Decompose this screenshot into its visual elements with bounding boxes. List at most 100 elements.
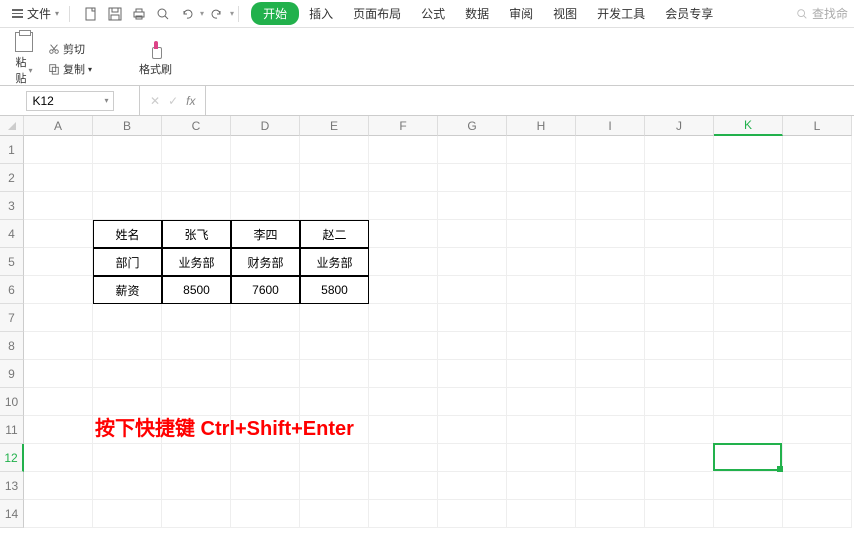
tab-page-layout[interactable]: 页面布局: [343, 1, 411, 26]
tab-devtools[interactable]: 开发工具: [587, 1, 655, 26]
cell[interactable]: 5800: [300, 276, 369, 304]
cell[interactable]: [231, 304, 300, 332]
row-header[interactable]: 14: [0, 500, 24, 528]
cell[interactable]: [714, 416, 783, 444]
cell[interactable]: [162, 304, 231, 332]
cell[interactable]: [438, 444, 507, 472]
col-header[interactable]: D: [231, 116, 300, 136]
cut-button[interactable]: 剪切: [48, 41, 85, 57]
cell[interactable]: [24, 192, 93, 220]
col-header[interactable]: A: [24, 116, 93, 136]
cell[interactable]: [645, 248, 714, 276]
cell[interactable]: [162, 444, 231, 472]
format-painter-button[interactable]: 格式刷: [121, 39, 190, 79]
cell[interactable]: [645, 276, 714, 304]
cell[interactable]: [369, 444, 438, 472]
row-header[interactable]: 10: [0, 388, 24, 416]
cell[interactable]: [300, 332, 369, 360]
cell[interactable]: [369, 164, 438, 192]
cell[interactable]: [507, 220, 576, 248]
tab-start[interactable]: 开始: [251, 2, 299, 25]
cell[interactable]: [576, 388, 645, 416]
cell[interactable]: [162, 360, 231, 388]
cell[interactable]: [576, 500, 645, 528]
formula-input[interactable]: [214, 91, 844, 111]
cell[interactable]: [645, 388, 714, 416]
cell[interactable]: [231, 164, 300, 192]
cell[interactable]: [576, 360, 645, 388]
cell[interactable]: 姓名: [93, 220, 162, 248]
col-header[interactable]: K: [714, 116, 783, 136]
cell[interactable]: [438, 304, 507, 332]
cell[interactable]: [369, 416, 438, 444]
cell[interactable]: [438, 332, 507, 360]
cell[interactable]: [24, 164, 93, 192]
cell[interactable]: [714, 332, 783, 360]
cell[interactable]: [438, 360, 507, 388]
cell[interactable]: [507, 192, 576, 220]
cell[interactable]: 部门: [93, 248, 162, 276]
cell[interactable]: [507, 164, 576, 192]
cell[interactable]: [576, 220, 645, 248]
cell[interactable]: [93, 192, 162, 220]
cell[interactable]: [783, 276, 852, 304]
cell[interactable]: [24, 444, 93, 472]
row-header[interactable]: 6: [0, 276, 24, 304]
cell[interactable]: [714, 276, 783, 304]
cell[interactable]: [783, 472, 852, 500]
cell[interactable]: [645, 304, 714, 332]
row-header[interactable]: 2: [0, 164, 24, 192]
cell[interactable]: [783, 444, 852, 472]
cell[interactable]: [369, 388, 438, 416]
cell[interactable]: [24, 416, 93, 444]
cell[interactable]: 李四: [231, 220, 300, 248]
cell[interactable]: 薪资: [93, 276, 162, 304]
cell[interactable]: [231, 472, 300, 500]
tab-member[interactable]: 会员专享: [655, 1, 723, 26]
cell[interactable]: 张飞: [162, 220, 231, 248]
cell[interactable]: 7600: [231, 276, 300, 304]
cell[interactable]: [783, 500, 852, 528]
cell[interactable]: [714, 444, 783, 472]
cell[interactable]: [714, 360, 783, 388]
cell[interactable]: [783, 304, 852, 332]
cell[interactable]: [24, 472, 93, 500]
row-header[interactable]: 5: [0, 248, 24, 276]
cell[interactable]: [576, 416, 645, 444]
cell[interactable]: [93, 164, 162, 192]
cell[interactable]: [300, 472, 369, 500]
cell[interactable]: [300, 304, 369, 332]
cell[interactable]: [507, 332, 576, 360]
cell[interactable]: [231, 192, 300, 220]
file-menu-button[interactable]: 文件 ▾: [6, 3, 65, 24]
tab-view[interactable]: 视图: [543, 1, 587, 26]
cell[interactable]: [783, 220, 852, 248]
cell[interactable]: [714, 304, 783, 332]
cell[interactable]: [162, 472, 231, 500]
cell[interactable]: [369, 472, 438, 500]
cell[interactable]: [24, 388, 93, 416]
redo-icon[interactable]: [206, 3, 228, 25]
cell[interactable]: [645, 332, 714, 360]
cell[interactable]: [300, 500, 369, 528]
undo-icon[interactable]: [176, 3, 198, 25]
cell[interactable]: [438, 500, 507, 528]
cell[interactable]: [438, 136, 507, 164]
cell[interactable]: [783, 332, 852, 360]
cell[interactable]: [507, 472, 576, 500]
col-header[interactable]: F: [369, 116, 438, 136]
cell[interactable]: [783, 388, 852, 416]
col-header[interactable]: G: [438, 116, 507, 136]
col-header[interactable]: B: [93, 116, 162, 136]
cell[interactable]: [576, 164, 645, 192]
cell[interactable]: [300, 444, 369, 472]
cell[interactable]: [714, 388, 783, 416]
cell[interactable]: [162, 332, 231, 360]
cell[interactable]: [24, 360, 93, 388]
cell[interactable]: [93, 360, 162, 388]
cell[interactable]: [24, 220, 93, 248]
cell[interactable]: [438, 248, 507, 276]
cell[interactable]: [93, 472, 162, 500]
cell[interactable]: [369, 220, 438, 248]
cell[interactable]: 业务部: [162, 248, 231, 276]
